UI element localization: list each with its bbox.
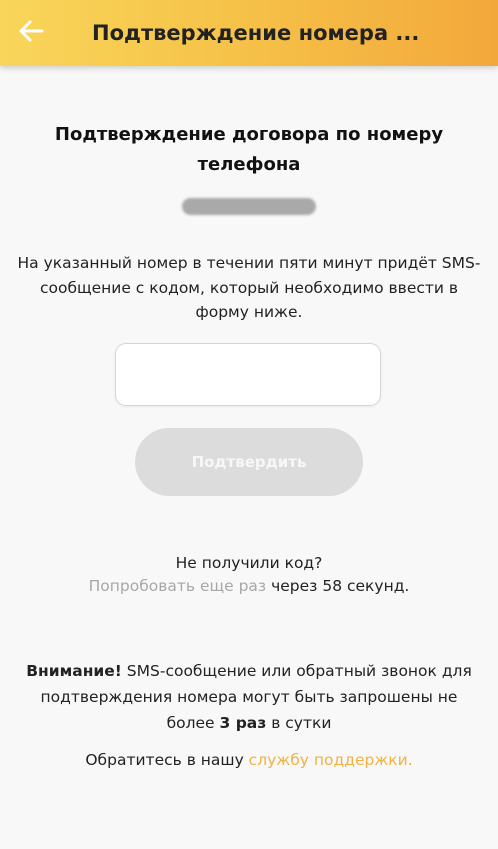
support-line: Обратитесь в нашу службу поддержки. [0,751,498,769]
sms-info-text: На указанный номер в течении пяти минут … [17,254,481,321]
support-link[interactable]: службу поддержки. [249,751,413,769]
retry-timer-text: через 58 секунд. [266,577,410,595]
warning-limit: 3 раз [219,714,267,732]
warning-notice: Внимание! SMS-сообщение или обратный зво… [18,658,480,736]
sms-code-input[interactable] [115,343,381,406]
support-prefix: Обратитесь в нашу [85,751,249,769]
retry-link[interactable]: Попробовать еще раз [89,577,267,595]
arrow-left-icon [18,20,44,46]
masked-phone-number [182,198,316,215]
confirm-button[interactable]: Подтвердить [135,428,363,496]
page-title: Подтверждение номера ... [92,21,420,45]
retry-line: Попробовать еще раз через 58 секунд. [0,577,498,595]
warning-text-end: в сутки [266,714,332,732]
back-button[interactable] [0,0,62,66]
confirmation-heading: Подтверждение договора по номеру телефон… [54,124,444,175]
warning-label: Внимание! [26,662,122,680]
app-header: Подтверждение номера ... [0,0,498,66]
no-code-text: Не получили код? [175,554,323,572]
